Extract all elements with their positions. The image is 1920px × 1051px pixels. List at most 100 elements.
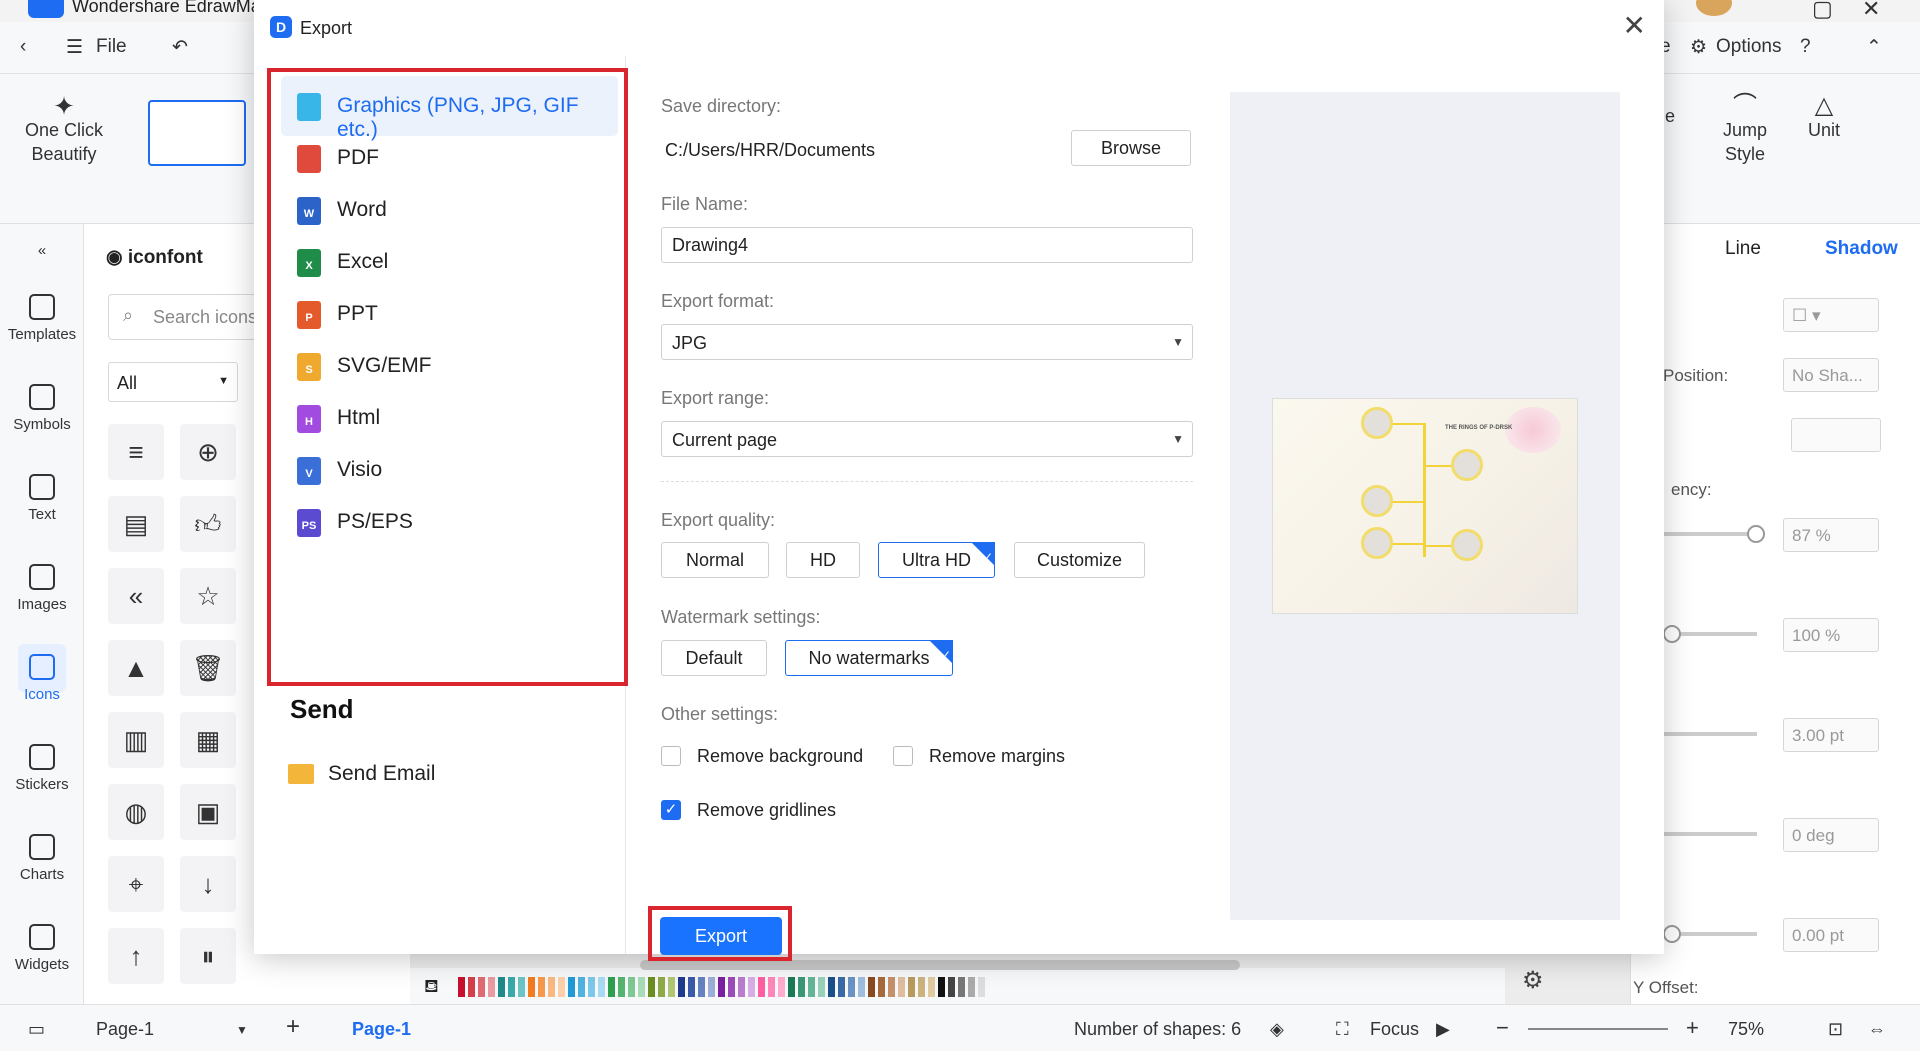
list-document-icon[interactable]: ▥ [108,712,164,768]
play-icon[interactable]: ▶ [1436,1019,1450,1040]
color-swatch[interactable] [948,977,955,997]
distance-slider[interactable] [1661,925,1757,943]
format-item[interactable]: W Word [281,180,618,240]
file-menu[interactable]: File [96,36,127,58]
remove-background-checkbox[interactable] [661,746,681,766]
shadow-type-select[interactable]: ☐ ▾ [1783,298,1879,332]
transparency-slider[interactable] [1661,525,1765,543]
color-swatch[interactable] [868,977,875,997]
color-swatch[interactable] [858,977,865,997]
arrow-up-icon[interactable]: ↑ [108,928,164,984]
watermark-none-option[interactable]: No watermarks ✓ [785,640,953,676]
transparency-value[interactable]: 87 % [1783,518,1879,552]
collapse-sidebar-icon[interactable]: « [0,242,84,259]
color-swatch[interactable] [508,977,515,997]
fit-width-icon[interactable]: ⇔ [1868,1019,1886,1040]
format-item[interactable]: H Html [281,388,618,448]
slider-thumb[interactable] [1663,925,1681,943]
color-swatch[interactable] [918,977,925,997]
options-menu[interactable]: Options [1716,36,1781,58]
sidebar-item-text[interactable]: Text [0,474,84,523]
quality-ultra-hd-option[interactable]: Ultra HD ✓ [878,542,995,578]
tab-line[interactable]: Line [1725,238,1761,260]
color-swatch[interactable] [668,977,675,997]
quality-normal-option[interactable]: Normal [661,542,769,578]
color-swatch[interactable] [468,977,475,997]
sidebar-item-symbols[interactable]: Symbols [0,384,84,433]
remove-gridlines-checkbox[interactable]: ✓ [661,800,681,820]
palette-settings-gear-icon[interactable]: ⚙ [1522,966,1544,995]
angle-value[interactable]: 0 deg [1783,818,1879,852]
file-name-field[interactable] [661,227,1193,263]
color-swatch[interactable] [608,977,615,997]
zoom-in-icon[interactable]: ⊕ [180,424,236,480]
icon-filter-select[interactable]: All ▼ [108,362,238,402]
color-swatch[interactable] [538,977,545,997]
unit-button[interactable]: △ Unit [1796,94,1852,142]
color-swatch[interactable] [898,977,905,997]
user-avatar[interactable] [1696,0,1732,16]
color-swatch[interactable] [968,977,975,997]
focus-icon[interactable]: ⛶ [1336,1019,1349,1040]
export-button[interactable]: Export [660,917,782,955]
zoom-slider[interactable] [1528,1028,1668,1030]
trash-icon[interactable]: 🗑︎ [180,640,236,696]
color-swatch[interactable] [678,977,685,997]
size-slider[interactable] [1661,625,1757,643]
send-email-item[interactable]: Send Email [276,750,606,800]
color-swatch[interactable] [698,977,705,997]
collapse-ribbon-icon[interactable]: ⌃ [1866,36,1882,59]
color-swatch[interactable] [888,977,895,997]
one-click-beautify-button[interactable]: ✦ One Click Beautify [14,93,114,166]
slider-thumb[interactable] [1663,625,1681,643]
calendar-icon[interactable]: ▦ [180,712,236,768]
thumbs-up-icon[interactable]: 👍︎ [180,496,236,552]
format-item[interactable]: X Excel [281,232,618,292]
color-swatch[interactable] [628,977,635,997]
tab-shadow[interactable]: Shadow [1825,238,1898,260]
format-item[interactable]: Graphics (PNG, JPG, GIF etc.) [281,76,618,141]
options-gear-icon[interactable]: ⚙ [1690,36,1707,59]
hamburger-icon[interactable]: ☰ [66,36,83,59]
palette-icon[interactable]: ◍ [108,784,164,840]
zoom-level[interactable]: 75% [1728,1019,1764,1040]
color-swatch[interactable] [568,977,575,997]
calendar-filled-icon[interactable]: ▣ [180,784,236,840]
blur-slider[interactable] [1661,732,1757,736]
color-swatch[interactable] [738,977,745,997]
color-swatch[interactable] [928,977,935,997]
browse-button[interactable]: Browse [1071,130,1191,166]
color-swatch[interactable] [758,977,765,997]
add-page-icon[interactable]: + [286,1013,300,1041]
color-swatch[interactable] [648,977,655,997]
color-swatch[interactable] [828,977,835,997]
color-swatch[interactable] [778,977,785,997]
star-icon[interactable]: ☆ [180,568,236,624]
document-icon[interactable]: ▤ [108,496,164,552]
sidebar-item-charts[interactable]: Charts [0,834,84,883]
distance-value[interactable]: 0.00 pt [1783,918,1879,952]
layers-icon[interactable]: ◈ [1270,1019,1284,1040]
slider-thumb[interactable] [1747,525,1765,543]
color-swatch[interactable] [768,977,775,997]
color-swatch[interactable] [728,977,735,997]
color-swatch[interactable] [618,977,625,997]
location-pin-icon[interactable]: ⌖ [108,856,164,912]
format-item[interactable]: S SVG/EMF [281,336,618,396]
sidebar-item-widgets[interactable]: Widgets [0,924,84,973]
close-icon[interactable]: ✕ [1623,10,1646,42]
sidebar-item-stickers[interactable]: Stickers [0,744,84,793]
sidebar-item-images[interactable]: Images [0,564,84,613]
color-swatch[interactable] [598,977,605,997]
color-swatch[interactable] [548,977,555,997]
export-format-select[interactable]: JPG ▼ [661,324,1193,360]
format-item[interactable]: P PPT [281,284,618,344]
zoom-out-icon[interactable]: − [1496,1015,1509,1041]
color-swatch[interactable] [688,977,695,997]
horizontal-scrollbar[interactable] [640,960,1240,970]
color-swatch[interactable] [578,977,585,997]
fit-page-icon[interactable]: ⊡ [1828,1019,1843,1040]
sidebar-item-icons[interactable]: Icons [0,654,84,703]
color-swatch[interactable] [838,977,845,997]
color-swatch[interactable] [958,977,965,997]
